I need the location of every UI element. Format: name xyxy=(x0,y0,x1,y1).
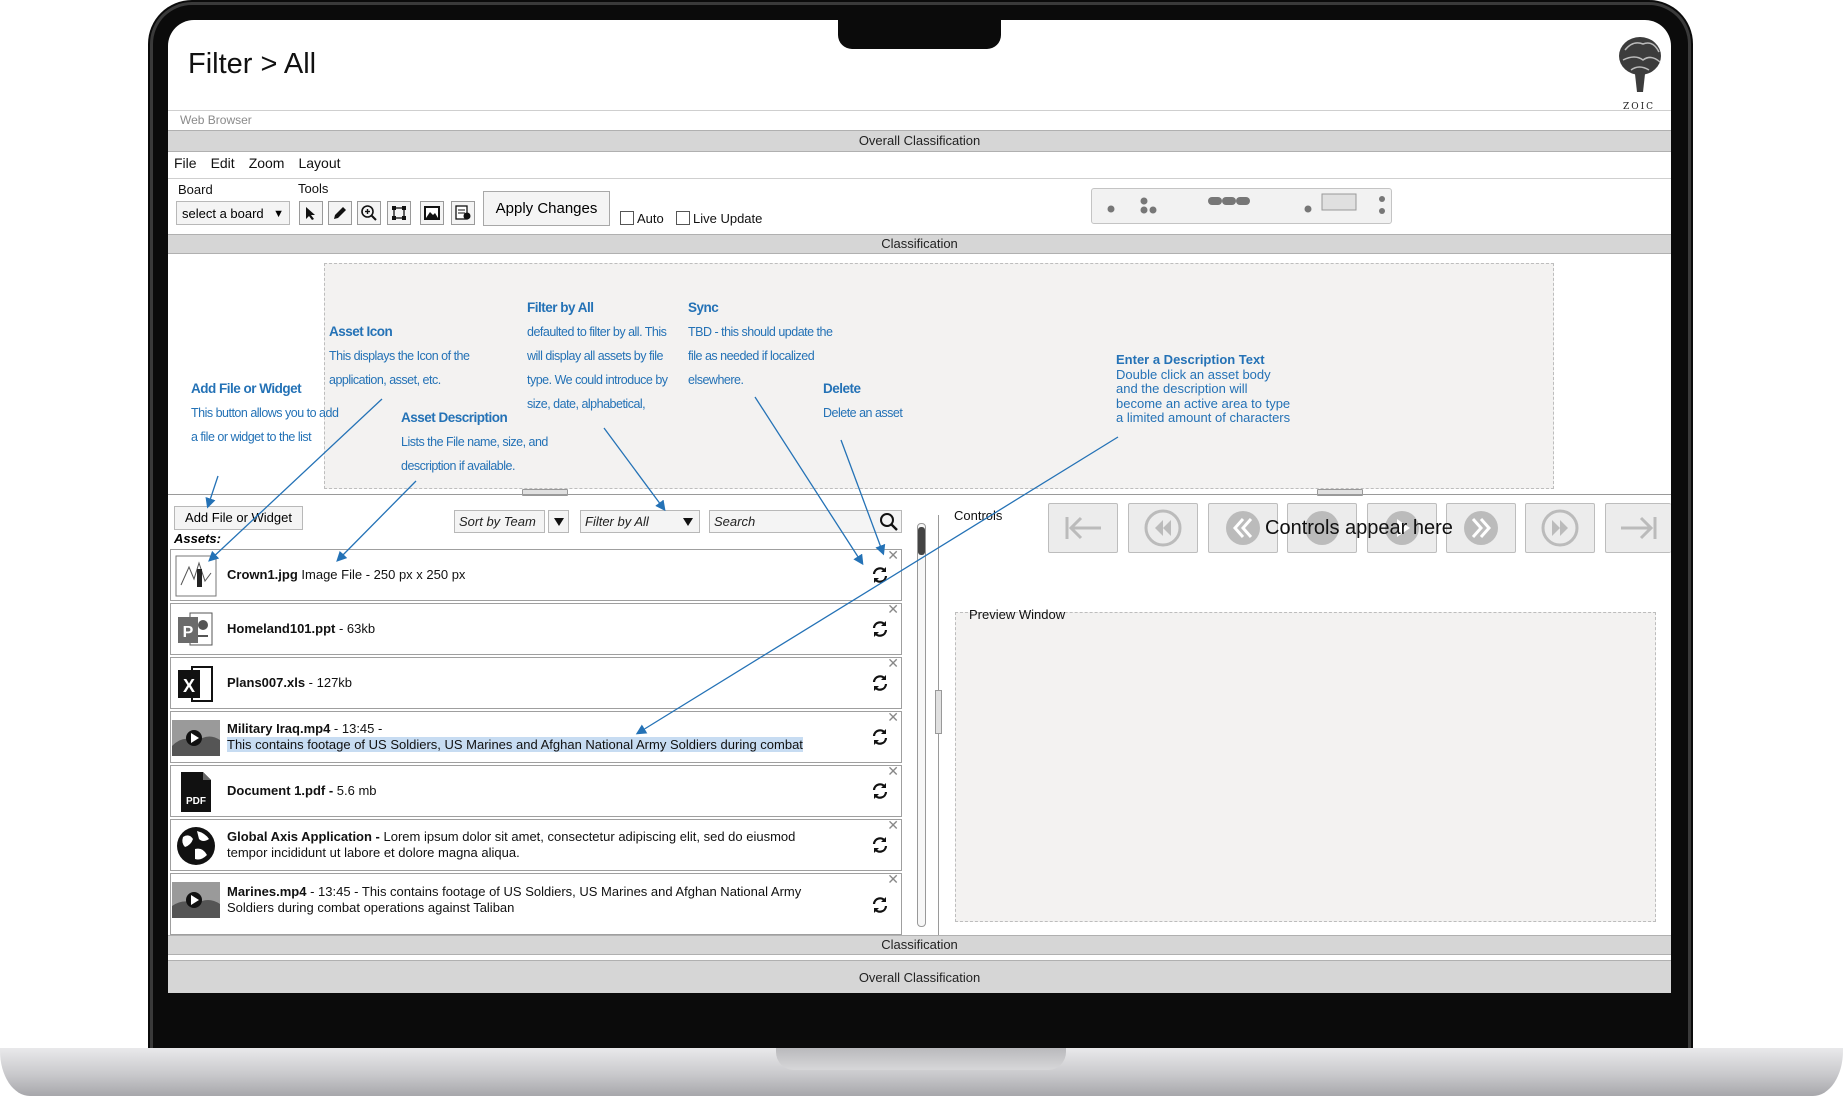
connector-sync xyxy=(754,396,864,566)
classification-bar-bottom: Classification xyxy=(168,935,1671,955)
connector-add-file xyxy=(205,475,219,509)
overall-classification-bar-bottom: Overall Classification xyxy=(168,960,1671,993)
connector-description-text xyxy=(635,436,1119,735)
connector-asset-description xyxy=(336,480,417,562)
connector-asset-icon xyxy=(208,398,383,562)
connector-filter xyxy=(603,427,666,512)
laptop-base-lip xyxy=(776,1048,1066,1070)
annotation-connectors xyxy=(205,396,1119,735)
screen: Filter > All ZOIC Web Browser Overall Cl… xyxy=(168,20,1671,993)
connector-delete xyxy=(840,439,886,556)
camera-notch xyxy=(838,20,1001,49)
